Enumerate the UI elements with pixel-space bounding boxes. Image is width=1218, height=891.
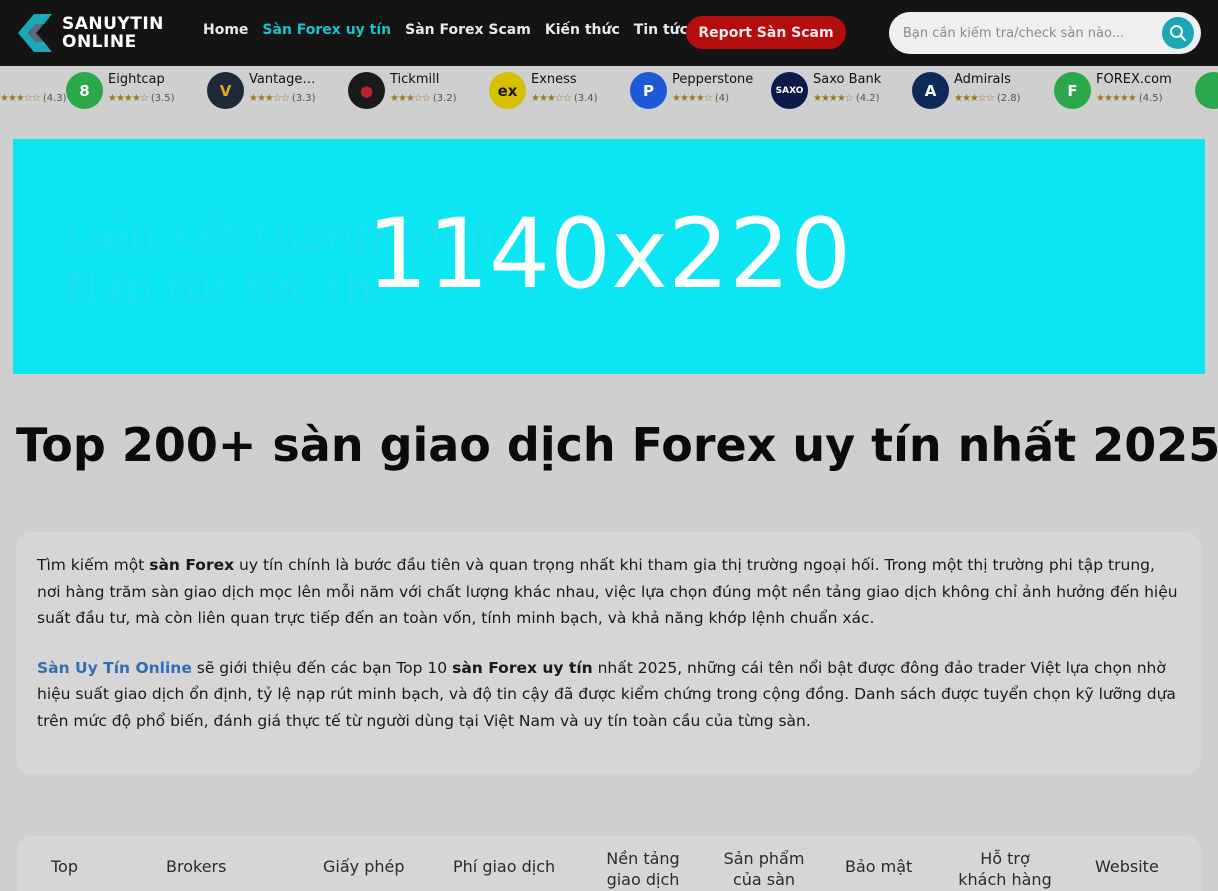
column-header-platform: Nền tảng giao dịch <box>606 849 680 889</box>
broker-ticker: ★★★☆☆ (4.3) 8 Eightcap ★★★★☆ (3.5) V Vanta… <box>0 66 1218 110</box>
broker-rating: (4.5) <box>1138 93 1163 104</box>
column-header-license: Giấy phép <box>323 857 405 876</box>
broker-name: FOREX.com <box>1096 72 1172 87</box>
broker-logo <box>1195 72 1218 109</box>
column-header-products: Sản phẩm của sàn <box>723 849 805 889</box>
intro-card: Tìm kiếm một sàn Forex uy tín chính là b… <box>16 532 1201 775</box>
report-scam-button[interactable]: Report Sàn Scam <box>686 16 846 49</box>
broker-name: Vantage… <box>249 72 316 87</box>
rating-stars: ★★★☆☆ <box>531 93 572 104</box>
intro-paragraph-1: Tìm kiếm một sàn Forex uy tín chính là b… <box>37 556 1178 627</box>
site-header: SANUYTIN ONLINE Home Sàn Forex uy tín Sà… <box>0 0 1218 66</box>
column-header-fees: Phí giao dịch <box>453 857 556 876</box>
banner-size-label: 1140x220 <box>366 198 852 310</box>
broker-name: Eightcap <box>108 72 165 87</box>
broker-name: Pepperstone <box>672 72 754 87</box>
eightcap-logo: 8 <box>66 72 103 109</box>
intro-paragraph-2: Sàn Uy Tín Online sẽ giới thiệu đến các … <box>37 658 1176 730</box>
column-header-security: Bảo mật <box>845 857 913 876</box>
column-header-brokers: Brokers <box>166 857 227 876</box>
broker-name: Saxo Bank <box>813 72 882 87</box>
pepperstone-logo: P <box>630 72 667 109</box>
search-button[interactable] <box>1162 17 1194 49</box>
nav-san-forex-uy-tin[interactable]: Sàn Forex uy tín <box>262 22 391 38</box>
broker-rating: (3.2) <box>432 93 457 104</box>
column-header-top: Top <box>51 857 78 876</box>
ad-banner[interactable]: Liên kết thanh toán Nạp rút tức thì 1140… <box>13 139 1205 374</box>
saxo-bank-logo: SAXO <box>771 72 808 109</box>
nav-home[interactable]: Home <box>203 22 248 38</box>
broker-rating: (4.3) <box>42 93 67 104</box>
broker-rating: (3.4) <box>573 93 598 104</box>
nav-kien-thuc[interactable]: Kiến thức <box>545 22 620 38</box>
rating-stars: ★★★★☆ <box>672 93 713 104</box>
logo-text-line1: SANUYTIN <box>62 14 164 34</box>
rating-stars: ★★★☆☆ <box>390 93 431 104</box>
vantage-logo: V <box>207 72 244 109</box>
admirals-logo: A <box>912 72 949 109</box>
search-bar <box>889 12 1201 54</box>
site-logo[interactable]: SANUYTIN ONLINE <box>14 10 164 56</box>
broker-name: Exness <box>531 72 577 87</box>
rating-stars: ★★★★☆ <box>108 93 149 104</box>
rating-stars: ★★★☆☆ <box>249 93 290 104</box>
exness-logo: ex <box>489 72 526 109</box>
logo-icon <box>18 14 52 52</box>
broker-rating: (3.3) <box>291 93 316 104</box>
broker-rating: (3.5) <box>150 93 175 104</box>
site-link[interactable]: Sàn Uy Tín Online <box>37 659 192 677</box>
search-input[interactable] <box>903 12 1158 54</box>
nav-san-forex-scam[interactable]: Sàn Forex Scam <box>405 22 531 38</box>
broker-table-header: Top Brokers Giấy phép Phí giao dịch Nền … <box>17 836 1201 891</box>
rating-stars: ★★★☆☆ <box>0 93 41 104</box>
column-header-website: Website <box>1095 857 1159 876</box>
forex-com-logo: F <box>1054 72 1091 109</box>
broker-name: Admirals <box>954 72 1011 87</box>
rating-stars: ★★★★☆ <box>813 93 854 104</box>
main-nav: Home Sàn Forex uy tín Sàn Forex Scam Kiế… <box>203 22 702 38</box>
rating-stars: ★★★☆☆ <box>954 93 995 104</box>
logo-text-line2: ONLINE <box>62 32 137 52</box>
broker-rating: (4) <box>714 93 729 104</box>
column-header-support: Hỗ trợ khách hàng <box>958 849 1052 889</box>
broker-name: Tickmill <box>390 72 440 87</box>
nav-tin-tuc[interactable]: Tin tức <box>634 22 688 38</box>
page-title: Top 200+ sàn giao dịch Forex uy tín nhất… <box>16 418 1218 472</box>
broker-rating: (2.8) <box>996 93 1021 104</box>
tickmill-logo: ● <box>348 72 385 109</box>
broker-rating: (4.2) <box>855 93 880 104</box>
search-icon <box>1170 25 1187 42</box>
rating-stars: ★★★★★ <box>1096 93 1137 104</box>
